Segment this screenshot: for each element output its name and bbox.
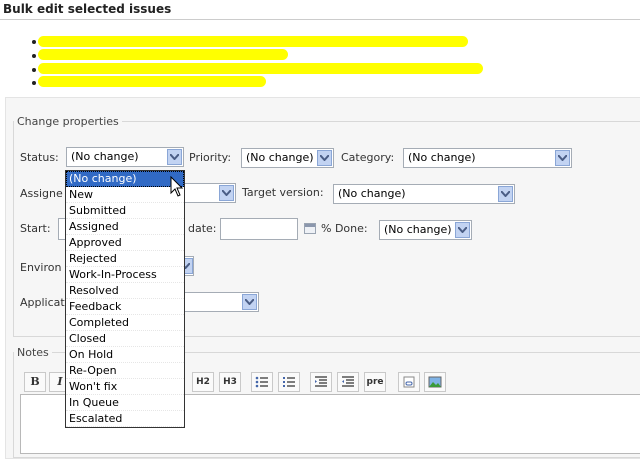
priority-label: Priority: bbox=[189, 151, 232, 164]
outdent-icon[interactable] bbox=[337, 372, 359, 392]
redacted-issue[interactable] bbox=[38, 49, 288, 60]
status-option[interactable]: Feedback bbox=[66, 299, 184, 315]
chevron-down-icon[interactable] bbox=[455, 222, 470, 238]
redacted-issue[interactable] bbox=[38, 76, 266, 87]
issue-list bbox=[0, 30, 640, 90]
list-bullet bbox=[32, 68, 36, 72]
status-select[interactable]: (No change) bbox=[66, 147, 184, 167]
indent-icon[interactable] bbox=[310, 372, 332, 392]
status-option[interactable]: Submitted bbox=[66, 203, 184, 219]
status-option[interactable]: Work-In-Process bbox=[66, 267, 184, 283]
status-option[interactable]: Resolved bbox=[66, 283, 184, 299]
chevron-down-icon[interactable] bbox=[555, 150, 570, 166]
chevron-down-icon[interactable] bbox=[242, 294, 257, 310]
target-version-select[interactable]: (No change) bbox=[333, 184, 515, 204]
status-option[interactable]: Closed bbox=[66, 331, 184, 347]
environment-label: Environ bbox=[20, 261, 62, 274]
status-option[interactable]: On Hold bbox=[66, 347, 184, 363]
status-option[interactable]: Won't fix bbox=[66, 379, 184, 395]
target-version-value: (No change) bbox=[338, 187, 406, 200]
bold-button[interactable]: B bbox=[24, 372, 46, 392]
chevron-down-icon[interactable] bbox=[219, 185, 234, 201]
assignee-select[interactable] bbox=[184, 183, 236, 203]
link-icon[interactable] bbox=[398, 372, 420, 392]
heading3-button[interactable]: H3 bbox=[219, 372, 241, 392]
due-date-label: date: bbox=[188, 222, 217, 235]
priority-select[interactable]: (No change) bbox=[241, 148, 334, 168]
image-icon[interactable] bbox=[424, 372, 446, 392]
category-select-value: (No change) bbox=[408, 151, 476, 164]
status-option[interactable]: Completed bbox=[66, 315, 184, 331]
assignee-label: Assigne bbox=[20, 187, 63, 200]
status-select-value: (No change) bbox=[71, 150, 139, 163]
status-label: Status: bbox=[20, 151, 59, 164]
status-option[interactable]: Approved bbox=[66, 235, 184, 251]
start-date-label: Start: bbox=[20, 222, 51, 235]
category-select[interactable]: (No change) bbox=[403, 148, 572, 168]
calendar-icon[interactable] bbox=[304, 223, 316, 234]
ordered-list-icon[interactable] bbox=[278, 372, 300, 392]
unordered-list-icon[interactable] bbox=[251, 372, 273, 392]
status-dropdown-list: (No change) New Submitted Assigned Approved R… bbox=[65, 170, 185, 428]
status-option[interactable]: (No change) bbox=[66, 171, 184, 187]
status-option[interactable]: In Queue bbox=[66, 395, 184, 411]
chevron-down-icon[interactable] bbox=[498, 186, 513, 202]
category-label: Category: bbox=[341, 151, 395, 164]
list-bullet bbox=[32, 40, 36, 44]
list-bullet bbox=[32, 81, 36, 85]
chevron-down-icon[interactable] bbox=[317, 150, 332, 166]
done-select[interactable]: (No change) bbox=[379, 220, 472, 240]
page-title: Bulk edit selected issues bbox=[0, 0, 640, 20]
mouse-cursor-icon bbox=[170, 176, 184, 197]
notes-legend: Notes bbox=[17, 346, 49, 359]
status-option[interactable]: Rejected bbox=[66, 251, 184, 267]
heading2-button[interactable]: H2 bbox=[192, 372, 214, 392]
change-properties-legend: Change properties bbox=[17, 115, 119, 128]
list-bullet bbox=[32, 54, 36, 58]
done-label: % Done: bbox=[321, 222, 368, 235]
application-select[interactable] bbox=[184, 292, 259, 312]
target-version-label: Target version: bbox=[242, 186, 324, 199]
priority-select-value: (No change) bbox=[246, 151, 314, 164]
redacted-issue[interactable] bbox=[38, 63, 483, 74]
done-select-value: (No change) bbox=[384, 223, 452, 236]
status-option[interactable]: Assigned bbox=[66, 219, 184, 235]
status-option[interactable]: Escalated bbox=[66, 411, 184, 427]
preformatted-button[interactable]: pre bbox=[364, 372, 386, 392]
chevron-down-icon[interactable] bbox=[167, 149, 182, 165]
redacted-issue[interactable] bbox=[38, 36, 468, 47]
status-option[interactable]: Re-Open bbox=[66, 363, 184, 379]
application-label: Applicat bbox=[20, 296, 65, 309]
status-option[interactable]: New bbox=[66, 187, 184, 203]
due-date-input[interactable] bbox=[220, 218, 298, 240]
